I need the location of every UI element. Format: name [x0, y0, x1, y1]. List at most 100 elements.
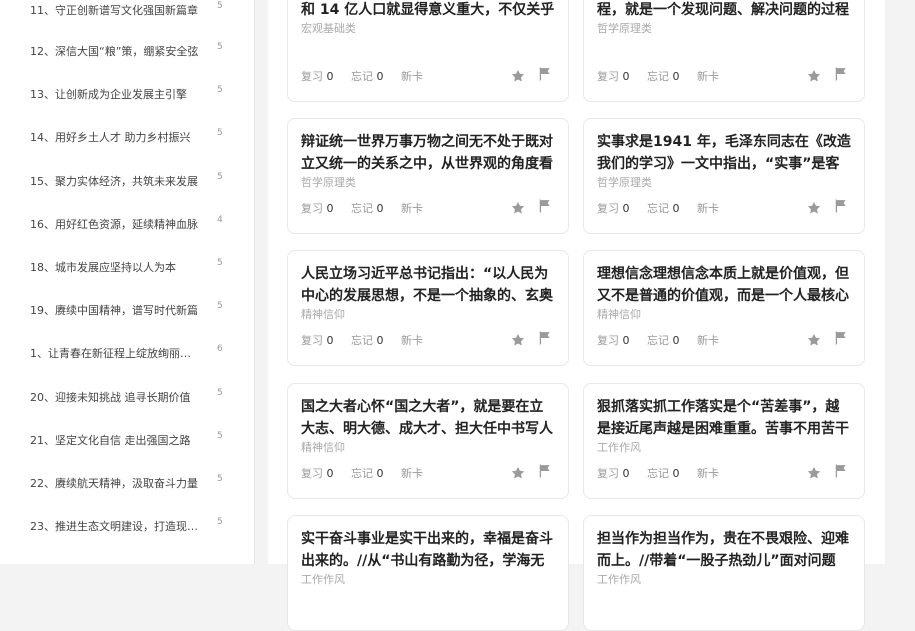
star-icon[interactable] — [807, 466, 821, 480]
forget-stat: 忘记 0 — [647, 467, 680, 480]
card-category: 宏观基础类 — [301, 22, 356, 35]
review-stat: 复习 0 — [597, 467, 630, 480]
card-stats: 复习 0 忘记 0 新卡 — [301, 199, 555, 217]
sidebar-item[interactable]: 11、守正创新谱写文化强国新篇章 5 — [0, 1, 254, 43]
sidebar-item-title: 20、迎接未知挑战 追寻长期价值 — [30, 391, 191, 404]
sidebar-item[interactable]: 22、赓续航天精神，汲取奋斗力量 5 — [0, 474, 254, 516]
flag-icon[interactable] — [835, 464, 847, 478]
sidebar-item[interactable]: 21、坚定文化自信 走出强国之路 5 — [0, 431, 254, 473]
review-stat: 复习 0 — [597, 70, 630, 83]
sidebar-item-title: 15、聚力实体经济，共筑未来发展 — [30, 175, 198, 188]
flashcard[interactable]: 重要意义虽小，但乘以 960 万平方公里和 14 亿人口就显得意义重大，不仅关乎… — [287, 0, 569, 102]
forget-stat: 忘记 0 — [351, 467, 384, 480]
card-content: 担当作为担当作为，贵在不畏艰险、迎难而上。//带着“一股子热劲儿”面对问题 — [597, 531, 849, 569]
sidebar-item[interactable]: 20、迎接未知挑战 追寻长期价值 5 — [0, 388, 254, 430]
card-content: 国之大者心怀“国之大者”，就是要在立大志、明大德、成大才、担大任中书写人生华章 — [301, 399, 553, 437]
card-content: 实事求是1941 年，毛泽东同志在《改造我们的学习》一文中指出，“实事”是客观存… — [597, 134, 851, 172]
sidebar-item[interactable]: 19、赓续中国精神，谱写时代新篇 5 — [0, 301, 254, 343]
card-category: 精神信仰 — [301, 308, 345, 321]
forget-stat: 忘记 0 — [647, 70, 680, 83]
sidebar-item[interactable]: 18、城市发展应坚持以人为本 5 — [0, 258, 254, 300]
card-content: 问题导向人类认识世界、改造世界的过程，就是一个发现问题、解决问题的过程 — [597, 2, 849, 18]
forget-stat: 忘记 0 — [647, 202, 680, 215]
card-stats: 复习 0 忘记 0 新卡 — [597, 331, 851, 349]
card-category: 哲学原理类 — [301, 176, 356, 189]
sidebar-item-count: 6 — [217, 344, 223, 354]
sidebar-item-title: 16、用好红色资源，延续精神血脉 — [30, 218, 198, 231]
flashcard[interactable]: 国之大者心怀“国之大者”，就是要在立大志、明大德、成大才、担大任中书写人生华章 … — [287, 383, 569, 499]
new-card-label: 新卡 — [401, 70, 423, 83]
card-category: 工作作风 — [597, 573, 641, 586]
card-stats: 复习 0 忘记 0 新卡 — [597, 464, 851, 482]
card-category: 哲学原理类 — [597, 22, 652, 35]
flashcard[interactable]: 实干奋斗事业是实干出来的，幸福是奋斗出来的。//从“书山有路勤为径，学海无涯苦作… — [287, 515, 569, 631]
card-stats: 复习 0 忘记 0 新卡 — [597, 67, 851, 85]
sidebar-item[interactable]: 23、推进生态文明建设，打造现代化美丽中国 5 — [0, 517, 254, 559]
flashcard[interactable]: 辩证统一世界万事万物之间无不处于既对立又统一的关系之中，从世界观的角度看问题 哲… — [287, 118, 569, 234]
sidebar-item-title: 22、赓续航天精神，汲取奋斗力量 — [30, 477, 198, 490]
review-stat: 复习 0 — [597, 334, 630, 347]
flashcard[interactable]: 问题导向人类认识世界、改造世界的过程，就是一个发现问题、解决问题的过程 哲学原理… — [583, 0, 865, 102]
sidebar-item-count: 5 — [217, 388, 223, 398]
flag-icon[interactable] — [835, 199, 847, 213]
sidebar-item-title: 19、赓续中国精神，谱写时代新篇 — [30, 304, 198, 317]
sidebar-item[interactable]: 12、深信大国“粮”策，绷紧安全弦 5 — [0, 42, 254, 84]
review-stat: 复习 0 — [301, 467, 334, 480]
review-stat: 复习 0 — [301, 334, 334, 347]
sidebar-item[interactable]: 15、聚力实体经济，共筑未来发展 5 — [0, 172, 254, 214]
star-icon[interactable] — [511, 201, 525, 215]
flag-icon[interactable] — [539, 464, 551, 478]
new-card-label: 新卡 — [401, 467, 423, 480]
new-card-label: 新卡 — [697, 202, 719, 215]
card-stats: 复习 0 忘记 0 新卡 — [301, 67, 555, 85]
sidebar-item[interactable]: 1、让青春在新征程上绽放绚丽之花 6 — [0, 344, 254, 386]
star-icon[interactable] — [511, 69, 525, 83]
sidebar-item-title: 21、坚定文化自信 走出强国之路 — [30, 434, 191, 447]
review-stat: 复习 0 — [301, 70, 334, 83]
sidebar-item-count: 5 — [217, 258, 223, 268]
review-stat: 复习 0 — [597, 202, 630, 215]
card-category: 哲学原理类 — [597, 176, 652, 189]
card-category: 精神信仰 — [301, 441, 345, 454]
flag-icon[interactable] — [835, 331, 847, 345]
flashcard[interactable]: 狠抓落实抓工作落实是个“苦差事”，越是接近尾声越是困难重重。苦事不用苦干 工作作… — [583, 383, 865, 499]
card-grid: 重要意义虽小，但乘以 960 万平方公里和 14 亿人口就显得意义重大，不仅关乎… — [268, 0, 885, 631]
flag-icon[interactable] — [835, 67, 847, 81]
sidebar-item-count: 5 — [217, 1, 223, 11]
flag-icon[interactable] — [539, 331, 551, 345]
sidebar-item-count: 5 — [217, 128, 223, 138]
forget-stat: 忘记 0 — [647, 334, 680, 347]
sidebar-item-title: 14、用好乡土人才 助力乡村振兴 — [30, 131, 191, 144]
sidebar-item-count: 5 — [217, 517, 223, 527]
card-content: 狠抓落实抓工作落实是个“苦差事”，越是接近尾声越是困难重重。苦事不用苦干 — [597, 399, 849, 437]
new-card-label: 新卡 — [697, 467, 719, 480]
star-icon[interactable] — [807, 201, 821, 215]
star-icon[interactable] — [807, 333, 821, 347]
sidebar-item-count: 5 — [217, 301, 223, 311]
card-stats: 复习 0 忘记 0 新卡 — [301, 331, 555, 349]
flag-icon[interactable] — [539, 67, 551, 81]
forget-stat: 忘记 0 — [351, 202, 384, 215]
flag-icon[interactable] — [539, 199, 551, 213]
card-content: 实干奋斗事业是实干出来的，幸福是奋斗出来的。//从“书山有路勤为径，学海无涯苦作… — [301, 531, 553, 569]
sidebar-item[interactable]: 16、用好红色资源，延续精神血脉 4 — [0, 215, 254, 257]
sidebar-item[interactable]: 13、让创新成为企业发展主引擎 5 — [0, 85, 254, 127]
card-content: 辩证统一世界万事万物之间无不处于既对立又统一的关系之中，从世界观的角度看问题 — [301, 134, 553, 172]
new-card-label: 新卡 — [697, 70, 719, 83]
sidebar-item-title: 23、推进生态文明建设，打造现代化美丽中国 — [30, 520, 200, 533]
star-icon[interactable] — [511, 333, 525, 347]
new-card-label: 新卡 — [697, 334, 719, 347]
sidebar-item[interactable]: 14、用好乡土人才 助力乡村振兴 5 — [0, 128, 254, 170]
flashcard[interactable]: 人民立场习近平总书记指出：“以人民为中心的发展思想，不是一个抽象的、玄奥的概念 … — [287, 250, 569, 366]
sidebar-item-count: 5 — [217, 42, 223, 52]
star-icon[interactable] — [807, 69, 821, 83]
sidebar-item-title: 13、让创新成为企业发展主引擎 — [30, 88, 187, 101]
card-stats: 复习 0 忘记 0 新卡 — [597, 199, 851, 217]
topic-sidebar: 11、守正创新谱写文化强国新篇章 5 12、深信大国“粮”策，绷紧安全弦 5 1… — [0, 0, 255, 564]
flashcard[interactable]: 担当作为担当作为，贵在不畏艰险、迎难而上。//带着“一股子热劲儿”面对问题 工作… — [583, 515, 865, 631]
sidebar-item-count: 5 — [217, 85, 223, 95]
flashcard[interactable]: 实事求是1941 年，毛泽东同志在《改造我们的学习》一文中指出，“实事”是客观存… — [583, 118, 865, 234]
review-stat: 复习 0 — [301, 202, 334, 215]
flashcard[interactable]: 理想信念理想信念本质上就是价值观，但又不是普通的价值观，而是一个人最核心的价值观… — [583, 250, 865, 366]
star-icon[interactable] — [511, 466, 525, 480]
